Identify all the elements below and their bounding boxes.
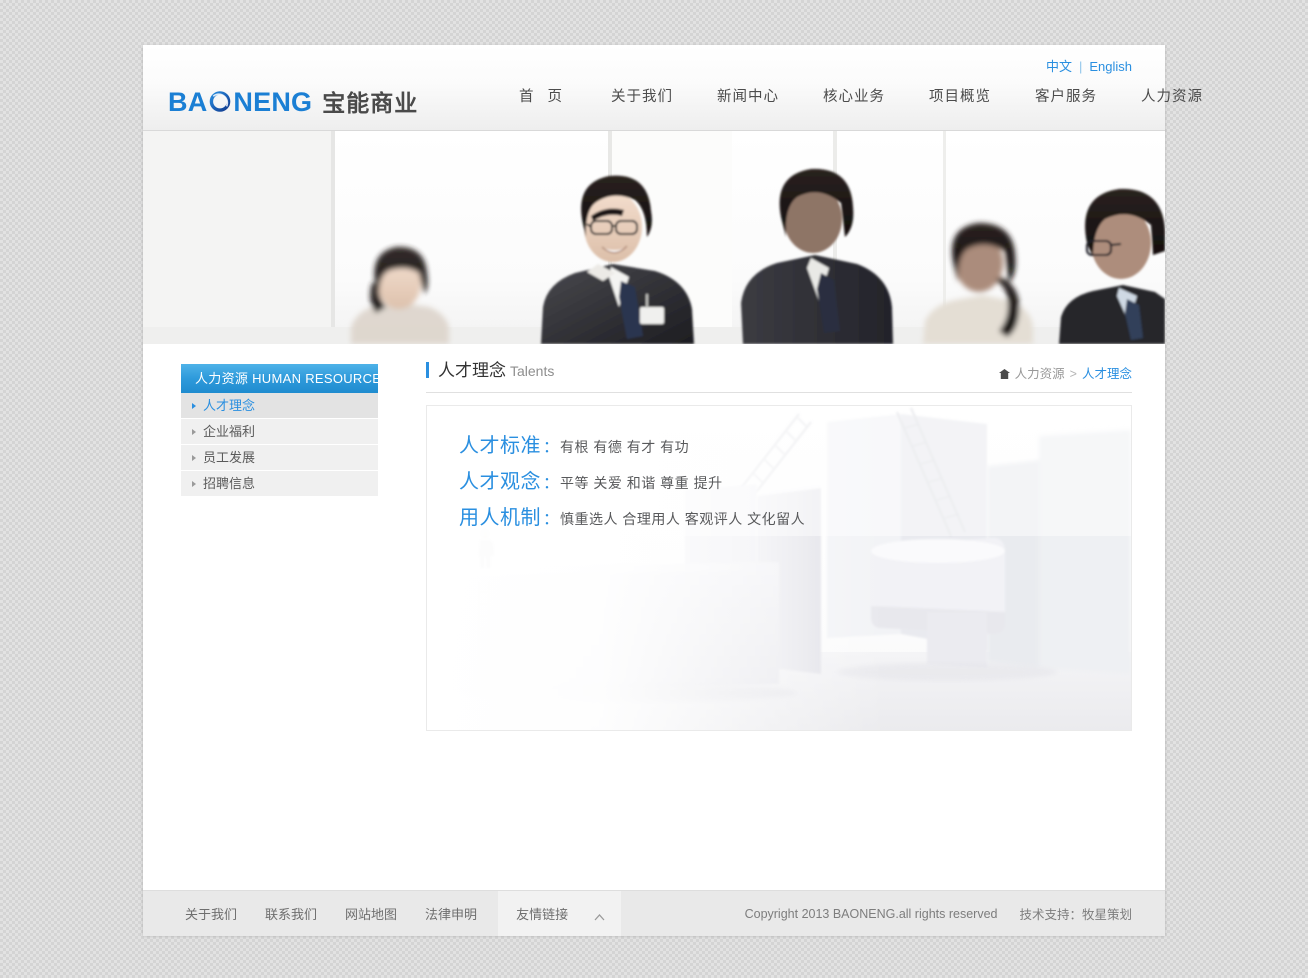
site-logo[interactable]: BA NENG 宝能商业: [168, 85, 418, 119]
friend-links-dropdown[interactable]: 友情链接: [498, 891, 622, 936]
language-switcher: 中文 | English: [1046, 56, 1132, 75]
home-icon: [998, 368, 1010, 379]
footer-copyright-area: Copyright 2013 BAONENG.all rights reserv…: [745, 891, 1132, 936]
sidebar-item-label: 招聘信息: [203, 476, 256, 491]
breadcrumb-parent-link[interactable]: 人力资源: [1015, 367, 1065, 381]
page-body: 人力资源 HUMAN RESOURCES 人才理念 企业福利 员工发展 招聘信息: [143, 344, 1165, 890]
nav-item-about-us[interactable]: 关于我们: [589, 85, 695, 106]
logo-text-pre: BA: [168, 86, 208, 117]
sidebar-menu: 人才理念 企业福利 员工发展 招聘信息: [181, 393, 378, 496]
main-content: 人才理念 Talents 人力资源 > 人才理念 人才标准 ：有根 有德 有才 …: [426, 356, 1132, 731]
sidebar-item-label: 员工发展: [203, 450, 256, 465]
footer-link-sitemap[interactable]: 网站地图: [331, 904, 411, 923]
sidebar: 人力资源 HUMAN RESOURCES 人才理念 企业福利 员工发展 招聘信息: [181, 364, 390, 497]
talent-label: 用人机制: [459, 507, 541, 529]
hero-banner-image: [143, 131, 1165, 344]
breadcrumb-separator: >: [1069, 367, 1077, 381]
talent-value: 慎重选人 合理用人 客观评人 文化留人: [560, 511, 806, 527]
talent-colon: ：: [543, 439, 560, 456]
talent-philosophy-list: 人才标准 ：有根 有德 有才 有功 人才观念 ：平等 关爱 和谐 尊重 提升 用人机…: [459, 435, 805, 543]
chevron-right-icon: [192, 454, 196, 461]
nav-item-core-business[interactable]: 核心业务: [801, 85, 907, 106]
hero-illustration: [143, 131, 1165, 344]
breadcrumb: 人力资源 > 人才理念: [998, 363, 1132, 382]
footer-link-about-us[interactable]: 关于我们: [171, 904, 251, 923]
site-header: BA NENG 宝能商业 中文 | English 首 页 关于我们 新闻中心 核心业…: [143, 45, 1202, 131]
sidebar-item-development[interactable]: 员工发展: [181, 445, 378, 470]
talent-label: 人才观念: [459, 471, 541, 493]
nav-item-customer-service[interactable]: 客户服务: [1013, 85, 1119, 106]
lang-chinese-link[interactable]: 中文: [1046, 59, 1072, 74]
sidebar-title: 人力资源 HUMAN RESOURCES: [181, 364, 390, 393]
talent-colon: ：: [543, 511, 560, 528]
logo-wordmark: BA NENG: [168, 87, 312, 118]
footer-links: 关于我们 联系我们 网站地图 法律申明 友情链接: [171, 891, 622, 936]
copyright-text: Copyright 2013 BAONENG.all rights reserv…: [744, 906, 998, 921]
talent-value: 平等 关爱 和谐 尊重 提升: [560, 475, 723, 491]
content-header: 人才理念 Talents 人力资源 > 人才理念: [426, 356, 1132, 393]
breadcrumb-current[interactable]: 人才理念: [1082, 367, 1132, 381]
friend-links-label: 友情链接: [516, 907, 569, 922]
sidebar-item-label: 企业福利: [203, 424, 256, 439]
talent-row: 人才标准 ：有根 有德 有才 有功: [459, 435, 805, 457]
title-accent-bar: [426, 362, 429, 378]
tech-support-text: 技术支持：牧星策划: [1019, 908, 1132, 922]
talent-value: 有根 有德 有才 有功: [560, 439, 690, 455]
nav-item-home[interactable]: 首 页: [511, 85, 589, 106]
talent-row: 用人机制 ：慎重选人 合理用人 客观评人 文化留人: [459, 507, 805, 529]
footer-link-contact-us[interactable]: 联系我们: [251, 904, 331, 923]
sidebar-item-talents[interactable]: 人才理念: [181, 393, 378, 418]
logo-chinese-name: 宝能商业: [322, 90, 419, 116]
sidebar-item-label: 人才理念: [203, 398, 256, 413]
talent-row: 人才观念 ：平等 关爱 和谐 尊重 提升: [459, 471, 805, 493]
sidebar-item-recruitment[interactable]: 招聘信息: [181, 471, 378, 496]
content-panel: 人才标准 ：有根 有德 有才 有功 人才观念 ：平等 关爱 和谐 尊重 提升 用人机…: [426, 405, 1132, 731]
lang-english-link[interactable]: English: [1089, 59, 1132, 74]
chevron-right-icon: [192, 480, 196, 487]
talent-label: 人才标准: [459, 435, 541, 457]
chevron-up-icon: [594, 910, 605, 921]
lang-separator: |: [1078, 59, 1083, 74]
nav-item-human-resources[interactable]: 人力资源: [1119, 85, 1225, 106]
page-title-cn: 人才理念: [438, 361, 506, 380]
page-title: 人才理念 Talents: [426, 356, 554, 381]
footer-link-legal[interactable]: 法律申明: [411, 904, 491, 923]
nav-item-projects[interactable]: 项目概览: [907, 85, 1013, 106]
main-navigation: 首 页 关于我们 新闻中心 核心业务 项目概览 客户服务 人力资源: [511, 85, 1202, 106]
page-title-en: Talents: [510, 363, 555, 379]
site-page-container: BA NENG 宝能商业 中文 | English 首 页 关于我们 新闻中心 核心业…: [143, 45, 1202, 936]
nav-item-news-center[interactable]: 新闻中心: [695, 85, 801, 106]
chevron-right-icon: [192, 402, 196, 409]
logo-text-post: NENG: [233, 86, 313, 117]
chevron-right-icon: [192, 428, 196, 435]
logo-circle-icon: [208, 89, 232, 113]
site-footer: 关于我们 联系我们 网站地图 法律申明 友情链接 Copyright 2013 …: [143, 890, 1165, 936]
talent-colon: ：: [543, 475, 560, 492]
sidebar-item-benefits[interactable]: 企业福利: [181, 419, 378, 444]
